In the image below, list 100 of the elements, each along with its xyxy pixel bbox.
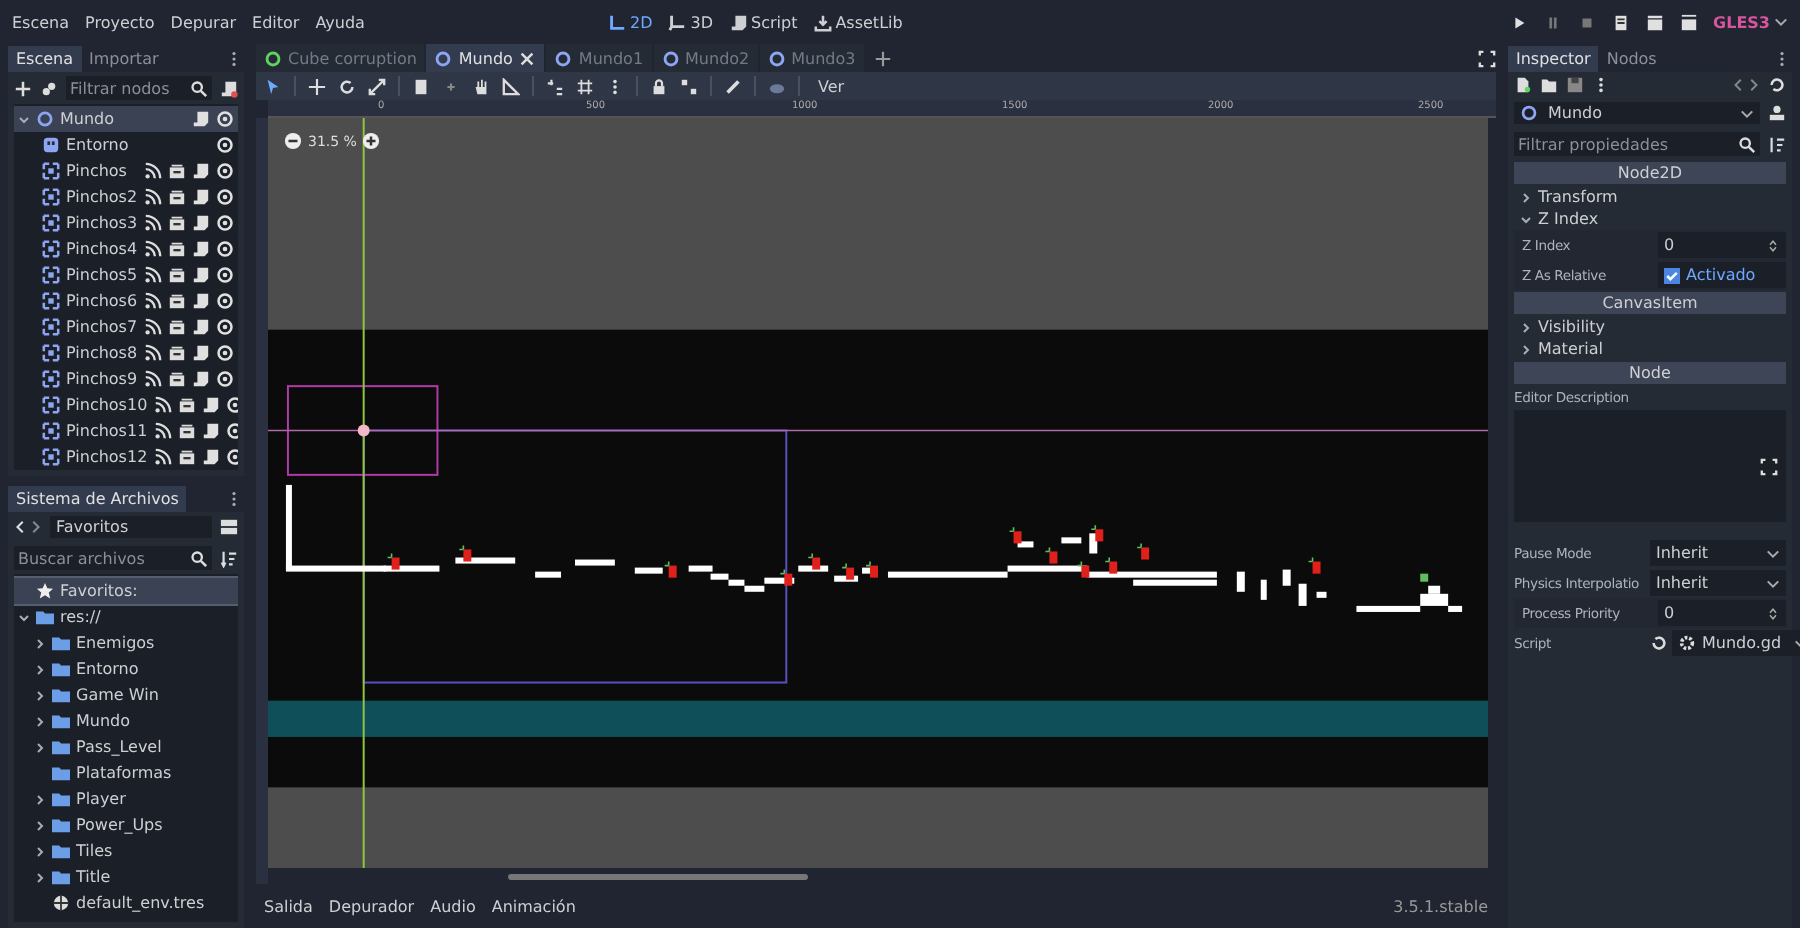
expand-arrow-right-icon[interactable] bbox=[34, 715, 46, 727]
play-scene-icon[interactable] bbox=[1645, 13, 1664, 31]
file-tree-item[interactable]: Favoritos: bbox=[14, 578, 238, 604]
dock-tab[interactable]: Inspector bbox=[1508, 45, 1599, 71]
signal-icon[interactable] bbox=[144, 344, 162, 362]
expand-arrow-right-icon[interactable] bbox=[34, 689, 46, 701]
save-icon[interactable] bbox=[1566, 76, 1584, 94]
sort-icon[interactable] bbox=[1768, 135, 1786, 153]
file-tree-item[interactable]: Game Win bbox=[14, 682, 238, 708]
clapper-icon[interactable] bbox=[1611, 13, 1630, 31]
fullscreen-icon[interactable] bbox=[1478, 49, 1496, 67]
group-icon[interactable] bbox=[168, 162, 186, 180]
signal-icon[interactable] bbox=[144, 162, 162, 180]
grid-icon[interactable] bbox=[576, 77, 594, 95]
split-view-icon[interactable] bbox=[220, 518, 238, 536]
group-icon[interactable] bbox=[168, 240, 186, 258]
expand-icon[interactable] bbox=[1760, 457, 1778, 475]
history-arrows-icon[interactable] bbox=[1732, 76, 1760, 94]
move-icon[interactable] bbox=[308, 77, 326, 95]
group-icon[interactable] bbox=[177, 422, 196, 440]
file-tree-item[interactable]: Player bbox=[14, 786, 238, 812]
group-icon[interactable] bbox=[168, 292, 186, 310]
scene-tree-item[interactable]: Pinchos10 bbox=[14, 392, 238, 418]
scene-tree-item[interactable]: Pinchos11 bbox=[14, 418, 238, 444]
file-tree-item[interactable]: Enemigos bbox=[14, 630, 238, 656]
scene-tab[interactable]: Mundo bbox=[426, 44, 545, 72]
scene-script-icon[interactable] bbox=[220, 79, 238, 97]
scene-tree-item[interactable]: Pinchos6 bbox=[14, 288, 238, 314]
play-custom-scene-icon[interactable] bbox=[1679, 13, 1698, 31]
tools-icon[interactable] bbox=[1768, 104, 1786, 122]
workspace-button[interactable]: AssetLib bbox=[813, 13, 903, 31]
snap-icon[interactable] bbox=[546, 77, 564, 95]
search-icon[interactable] bbox=[190, 79, 208, 97]
visibility-eye-icon[interactable] bbox=[225, 422, 238, 440]
visibility-eye-icon[interactable] bbox=[225, 396, 238, 414]
file-tree-item[interactable]: Entorno bbox=[14, 656, 238, 682]
dropdown[interactable]: Inherit bbox=[1650, 570, 1786, 596]
history-icon[interactable] bbox=[1768, 76, 1786, 94]
expand-arrow-right-icon[interactable] bbox=[34, 663, 46, 675]
select-cursor-icon[interactable] bbox=[264, 77, 282, 95]
bottom-panel-tab[interactable]: Salida bbox=[264, 897, 313, 915]
file-tree-item[interactable]: Tiles bbox=[14, 838, 238, 864]
checkbox[interactable]: Activado bbox=[1658, 262, 1786, 288]
scene-tree-item[interactable]: Pinchos7 bbox=[14, 314, 238, 340]
scene-tree-item[interactable]: Pinchos3 bbox=[14, 210, 238, 236]
expand-arrow-down-icon[interactable] bbox=[18, 611, 30, 623]
property-group[interactable]: Z Index bbox=[1514, 208, 1786, 230]
menu-item[interactable]: Depurar bbox=[170, 13, 237, 31]
file-tree-item[interactable]: Pass_Level bbox=[14, 734, 238, 760]
expand-arrow-right-icon[interactable] bbox=[34, 819, 46, 831]
signal-icon[interactable] bbox=[144, 318, 162, 336]
menu-item[interactable]: Editor bbox=[252, 13, 300, 31]
signal-icon[interactable] bbox=[153, 422, 172, 440]
editor-description-field[interactable] bbox=[1514, 410, 1786, 522]
group-nodes-icon[interactable] bbox=[680, 77, 698, 95]
new-resource-icon[interactable] bbox=[1514, 76, 1532, 94]
group-icon[interactable] bbox=[168, 318, 186, 336]
bone-icon[interactable] bbox=[724, 77, 742, 95]
group-icon[interactable] bbox=[177, 448, 196, 466]
visibility-eye-icon[interactable] bbox=[225, 448, 238, 466]
signal-icon[interactable] bbox=[144, 214, 162, 232]
dock-tab[interactable]: Nodos bbox=[1598, 45, 1665, 71]
dropdown[interactable]: Inherit bbox=[1650, 540, 1786, 566]
more-options-icon[interactable] bbox=[230, 49, 238, 67]
expand-arrow-down-icon[interactable] bbox=[1520, 213, 1532, 225]
scale-icon[interactable] bbox=[368, 77, 386, 95]
signal-icon[interactable] bbox=[144, 240, 162, 258]
filter-nodes-field[interactable]: Filtrar nodos bbox=[66, 76, 212, 100]
dock-tab[interactable]: Importar bbox=[81, 45, 167, 71]
signal-icon[interactable] bbox=[153, 448, 172, 466]
bottom-panel-tab[interactable]: Audio bbox=[430, 897, 476, 915]
spinner-arrows-icon[interactable] bbox=[1766, 239, 1780, 251]
horizontal-scrollbar[interactable] bbox=[508, 874, 808, 880]
ruler-icon[interactable] bbox=[502, 77, 520, 95]
scene-tree-item[interactable]: Entorno bbox=[14, 132, 238, 158]
renderer-dropdown[interactable]: GLES3 bbox=[1713, 13, 1788, 31]
scene-tree-item[interactable]: Pinchos bbox=[14, 158, 238, 184]
link-icon[interactable] bbox=[40, 79, 58, 97]
file-tree-item[interactable]: res:// bbox=[14, 604, 238, 630]
filter-properties-field[interactable]: Filtrar propiedades bbox=[1514, 132, 1760, 156]
back-forward-icon[interactable] bbox=[14, 518, 42, 536]
group-icon[interactable] bbox=[168, 266, 186, 284]
pan-hand-icon[interactable] bbox=[472, 77, 490, 95]
more-options-icon[interactable] bbox=[1778, 49, 1786, 67]
workspace-button[interactable]: 3D bbox=[668, 13, 713, 31]
script-icon[interactable] bbox=[192, 110, 210, 128]
add-tab-icon[interactable] bbox=[873, 49, 892, 67]
view-menu-button[interactable]: Ver bbox=[812, 77, 851, 95]
search-icon[interactable] bbox=[190, 549, 208, 567]
script-resource-field[interactable]: Mundo.gd bbox=[1672, 630, 1800, 656]
group-icon[interactable] bbox=[168, 344, 186, 362]
search-files-field[interactable]: Buscar archivos bbox=[14, 546, 212, 570]
file-tree-item[interactable]: Title bbox=[14, 864, 238, 890]
path-field[interactable]: Favoritos bbox=[50, 516, 212, 538]
group-icon[interactable] bbox=[168, 188, 186, 206]
scene-tree-item[interactable]: Pinchos4 bbox=[14, 236, 238, 262]
stop-icon[interactable] bbox=[1577, 13, 1596, 31]
play-icon[interactable] bbox=[1509, 13, 1528, 31]
scene-tree-item[interactable]: Mundo bbox=[14, 106, 238, 132]
expand-arrow-down-icon[interactable] bbox=[18, 113, 30, 125]
